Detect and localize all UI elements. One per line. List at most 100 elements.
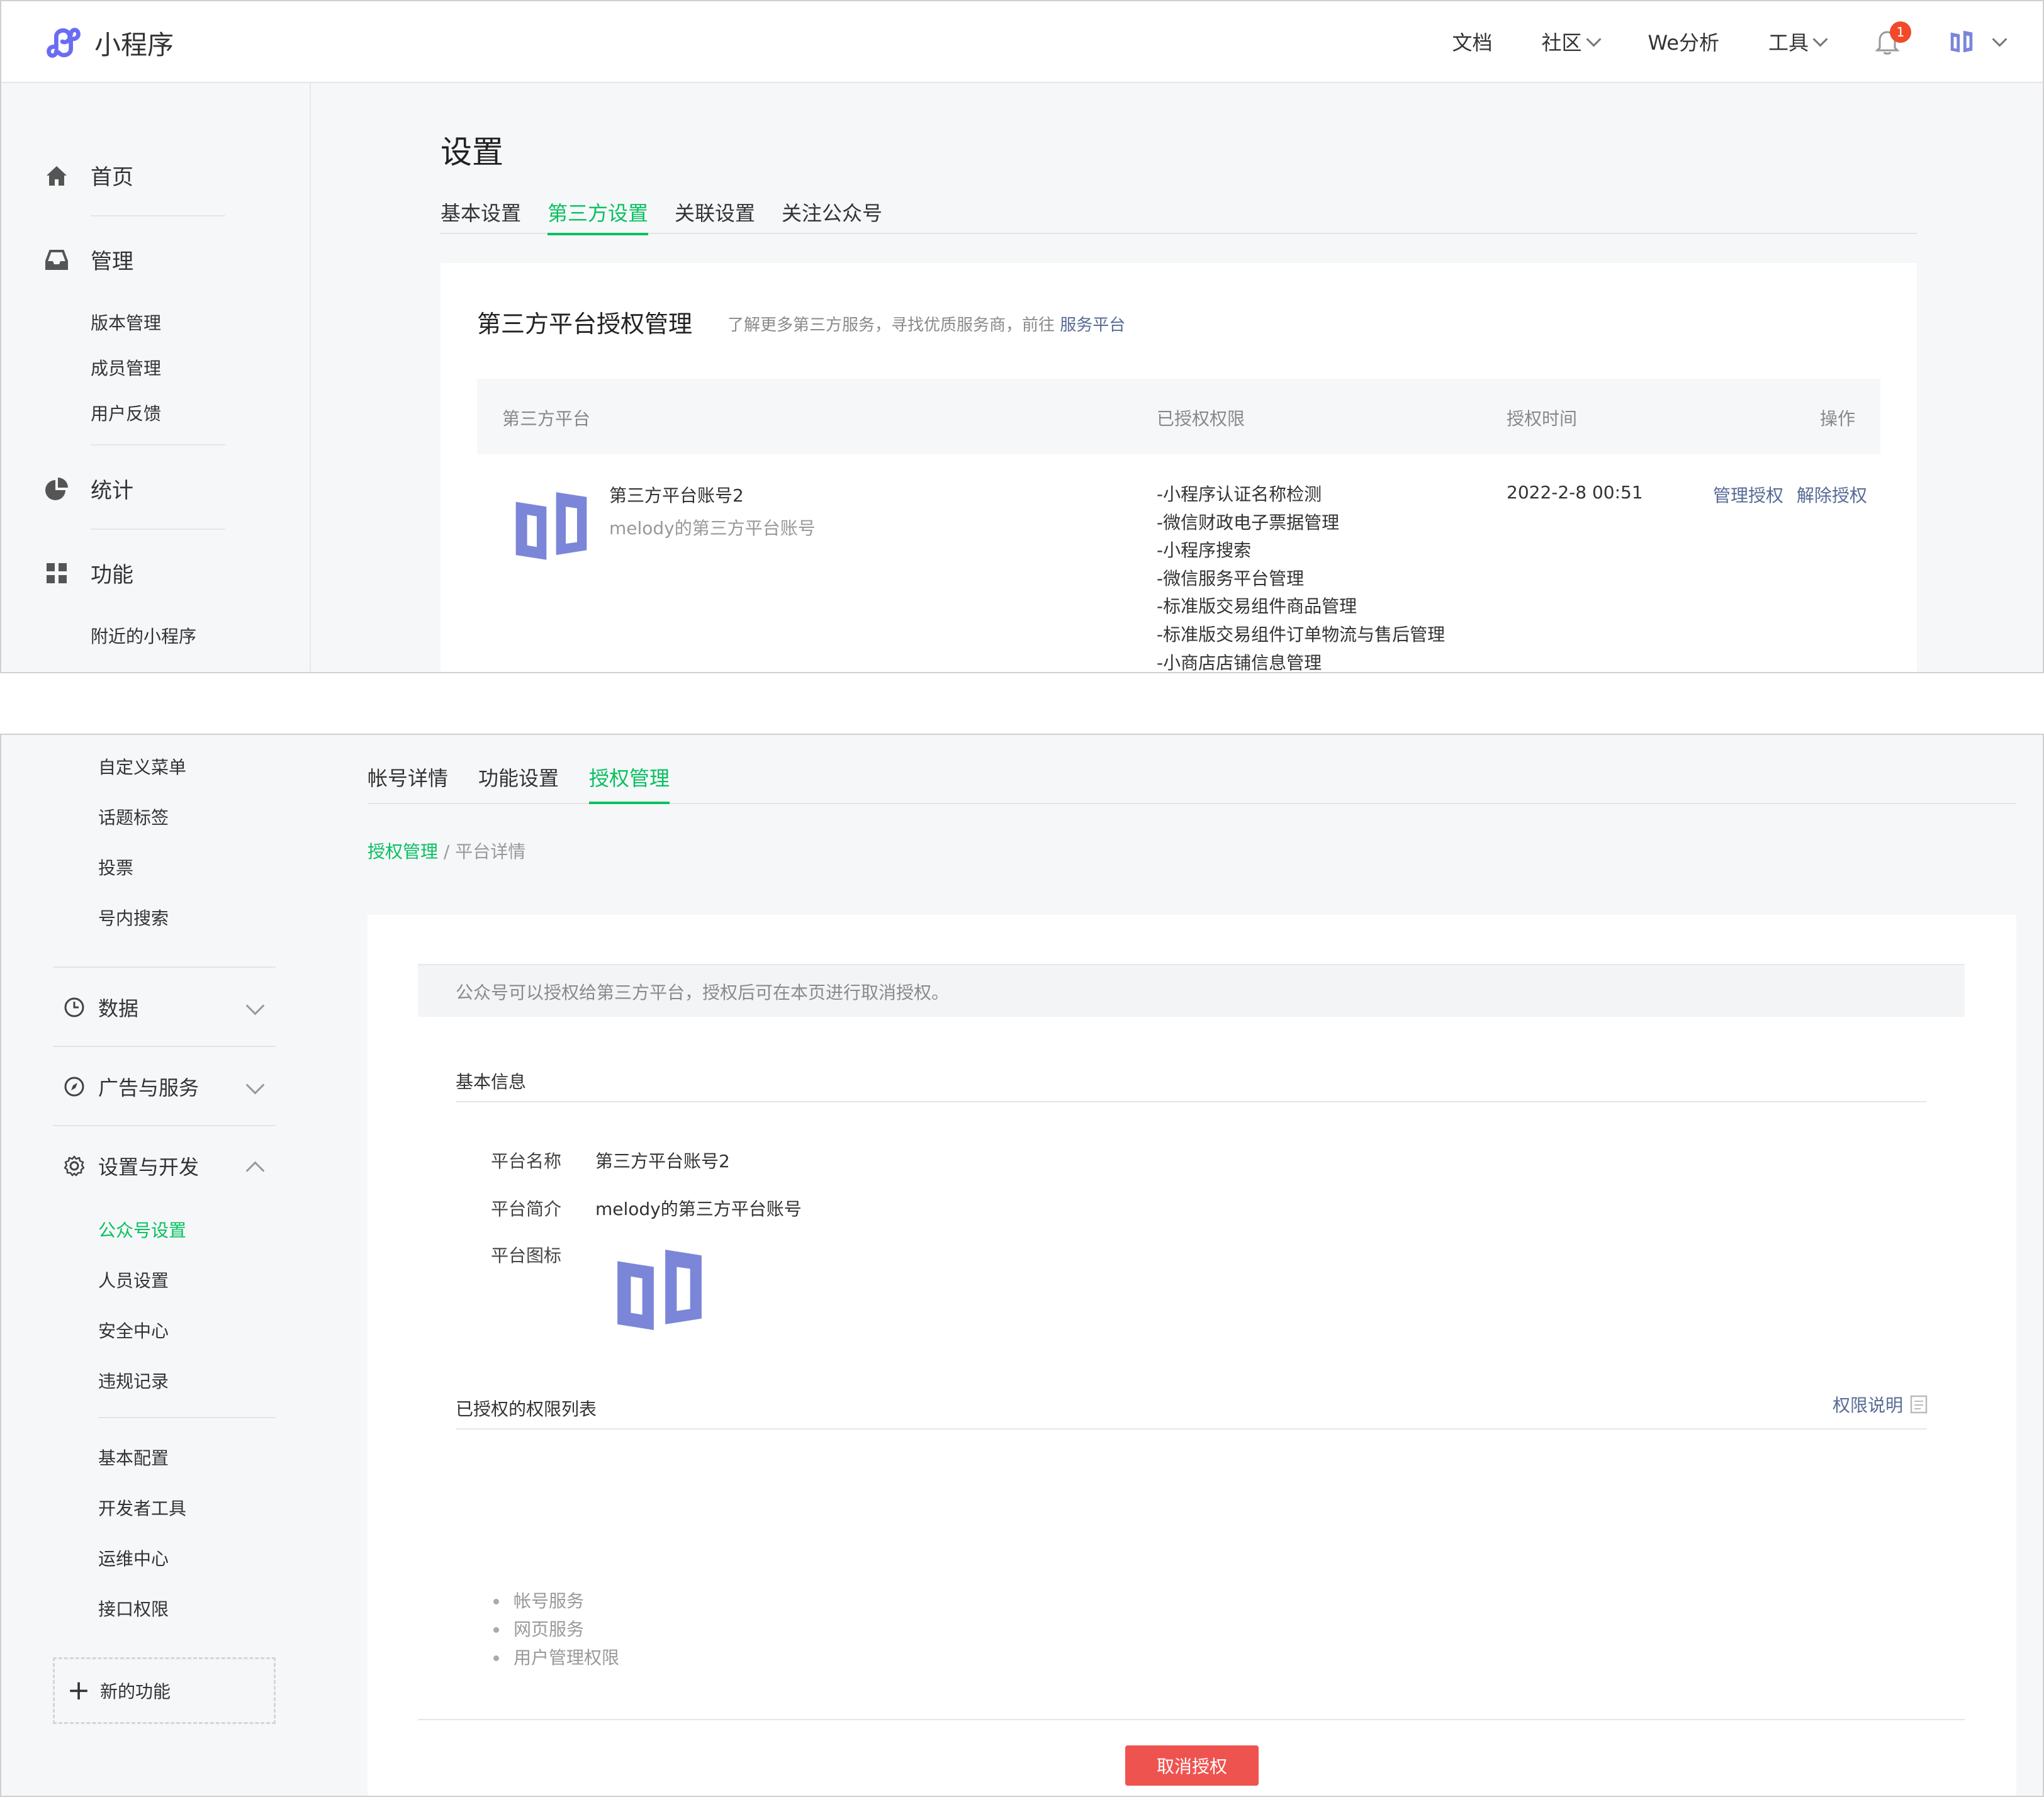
permission-item: -微信服务平台管理 xyxy=(1157,568,1305,589)
sidebar-item-members[interactable]: 成员管理 xyxy=(91,355,161,380)
column-header-permissions: 已授权权限 xyxy=(1157,408,1245,429)
settings-tabs: 基本设置 第三方设置 关联设置 关注公众号 xyxy=(441,195,1917,235)
sidebar-group-settings-label: 设置与开发 xyxy=(98,1155,199,1179)
notification-badge: 1 xyxy=(1890,21,1911,43)
sidebar-item-manage-label: 管理 xyxy=(91,249,133,274)
nav-tools[interactable]: 工具 xyxy=(1768,27,1828,56)
tab-association-settings[interactable]: 关联设置 xyxy=(675,198,755,233)
platform-logo xyxy=(515,492,587,560)
section-divider xyxy=(456,1428,1927,1430)
permission-list-title: 已授权的权限列表 xyxy=(456,1399,597,1419)
platform-icon xyxy=(617,1250,702,1330)
tab-function-settings[interactable]: 功能设置 xyxy=(478,763,559,802)
new-feature-button[interactable]: + 新的功能 xyxy=(53,1657,276,1724)
sidebar: 首页 管理 版本管理 成员管理 用户反馈 统计 功能 附近的小程序 xyxy=(1,82,311,672)
permission-doc-link[interactable]: 权限说明 xyxy=(1833,1392,1928,1417)
notice-bar: 公众号可以授权给第三方平台，授权后可在本页进行取消授权。 xyxy=(418,964,1965,1017)
plus-icon: + xyxy=(67,1674,91,1706)
permission-item: -小程序搜索 xyxy=(1157,540,1252,561)
breadcrumb: 授权管理 / 平台详情 xyxy=(368,838,525,863)
sidebar-group-settings[interactable]: 设置与开发 xyxy=(63,1150,277,1182)
sidebar-item-stats-label: 统计 xyxy=(91,478,133,503)
tab-third-party-settings[interactable]: 第三方设置 xyxy=(548,198,649,235)
account-avatar[interactable] xyxy=(1946,26,1977,57)
clock-icon xyxy=(64,997,84,1017)
nav-analysis[interactable]: We分析 xyxy=(1648,27,1719,56)
chevron-down-icon xyxy=(245,1075,265,1095)
manage-auth-link[interactable]: 管理授权 xyxy=(1713,485,1783,506)
sidebar-item-vote[interactable]: 投票 xyxy=(98,854,133,880)
sidebar-item-custom-menu[interactable]: 自定义菜单 xyxy=(98,754,186,779)
sidebar-item-home[interactable]: 首页 xyxy=(44,160,133,191)
chevron-down-icon xyxy=(1812,31,1828,47)
sidebar-group-data[interactable]: 数据 xyxy=(63,992,277,1023)
revoke-auth-link[interactable]: 解除授权 xyxy=(1797,485,1867,506)
sidebar-divider xyxy=(98,1417,276,1418)
card-hint-text: 了解更多第三方服务，寻找优质服务商，前往 xyxy=(727,316,1055,335)
section-divider xyxy=(456,1101,1927,1102)
nav-tools-label: 工具 xyxy=(1768,31,1809,55)
sidebar-item-manage[interactable]: 管理 xyxy=(44,244,133,275)
tab-follow-account[interactable]: 关注公众号 xyxy=(782,198,882,233)
basic-info-title: 基本信息 xyxy=(456,1072,527,1092)
permission-item: -微信财政电子票据管理 xyxy=(1157,512,1340,533)
chevron-down-icon xyxy=(1585,31,1602,47)
sidebar-divider xyxy=(53,1046,276,1047)
table-header: 第三方平台 已授权权限 授权时间 操作 xyxy=(477,379,1880,454)
app-logo[interactable]: 小程序 xyxy=(44,24,174,62)
platform-name: 第三方平台账号2 xyxy=(609,485,744,506)
account-chevron-down-icon[interactable] xyxy=(1992,31,2008,47)
sidebar-item-topic-tags[interactable]: 话题标签 xyxy=(98,804,169,829)
card-hint: 了解更多第三方服务，寻找优质服务商，前往 服务平台 xyxy=(727,312,1125,335)
breadcrumb-separator: / xyxy=(443,841,450,862)
sidebar-item-basic-config[interactable]: 基本配置 xyxy=(98,1445,169,1470)
permission-item: -小商店店铺信息管理 xyxy=(1157,652,1322,673)
sidebar-item-ops-center[interactable]: 运维中心 xyxy=(98,1545,169,1570)
notice-text: 公众号可以授权给第三方平台，授权后可在本页进行取消授权。 xyxy=(456,982,950,1003)
sidebar-item-search[interactable]: 号内搜索 xyxy=(98,905,169,930)
sidebar-item-api-permissions[interactable]: 接口权限 xyxy=(98,1596,169,1621)
sidebar-item-nearby[interactable]: 附近的小程序 xyxy=(91,623,196,648)
pie-chart-icon xyxy=(45,477,68,500)
sidebar-divider xyxy=(53,966,276,968)
column-header-actions: 操作 xyxy=(1819,408,1855,429)
sidebar-group-data-label: 数据 xyxy=(98,997,139,1021)
breadcrumb-auth-management[interactable]: 授权管理 xyxy=(368,841,438,862)
compass-icon xyxy=(64,1077,84,1097)
sidebar-group-ads[interactable]: 广告与服务 xyxy=(63,1071,277,1102)
sidebar: 自定义菜单 话题标签 投票 号内搜索 数据 广告与服务 设置与开发 公众号设置 … xyxy=(1,735,316,1796)
notification-button[interactable]: 1 xyxy=(1875,21,1911,55)
sidebar-divider xyxy=(53,1125,276,1126)
sidebar-item-security-center[interactable]: 安全中心 xyxy=(98,1318,169,1343)
sidebar-divider xyxy=(91,444,225,445)
nav-community[interactable]: 社区 xyxy=(1542,27,1602,56)
tab-account-details[interactable]: 帐号详情 xyxy=(368,763,448,802)
auth-time: 2022-2-8 00:51 xyxy=(1507,482,1643,503)
sidebar-item-features[interactable]: 功能 xyxy=(44,557,133,588)
sidebar-item-dev-tools[interactable]: 开发者工具 xyxy=(98,1495,186,1520)
platform-icon-label: 平台图标 xyxy=(491,1245,562,1266)
column-header-time: 授权时间 xyxy=(1507,408,1578,429)
top-nav: 文档 社区 We分析 工具 1 xyxy=(1403,1,2008,82)
inbox-icon xyxy=(45,249,68,270)
service-platform-link[interactable]: 服务平台 xyxy=(1060,316,1125,335)
revoke-auth-button[interactable]: 取消授权 xyxy=(1125,1745,1259,1786)
tab-basic-settings[interactable]: 基本设置 xyxy=(441,198,521,233)
sidebar-item-account-settings[interactable]: 公众号设置 xyxy=(98,1217,186,1242)
sidebar-item-violations[interactable]: 违规记录 xyxy=(98,1368,169,1393)
chevron-down-icon xyxy=(245,996,265,1016)
gear-icon xyxy=(64,1155,85,1177)
sidebar-item-staff-settings[interactable]: 人员设置 xyxy=(98,1267,169,1292)
sidebar-item-stats[interactable]: 统计 xyxy=(44,473,133,504)
third-party-auth-card: 第三方平台授权管理 了解更多第三方服务，寻找优质服务商，前往 服务平台 第三方平… xyxy=(441,263,1917,673)
sidebar-item-version[interactable]: 版本管理 xyxy=(91,310,161,335)
list-item: 帐号服务 xyxy=(493,1587,619,1615)
official-account-auth-screen: 自定义菜单 话题标签 投票 号内搜索 数据 广告与服务 设置与开发 公众号设置 … xyxy=(0,734,2044,1797)
breadcrumb-current: 平台详情 xyxy=(455,841,526,862)
list-item: 用户管理权限 xyxy=(493,1643,619,1672)
nav-docs[interactable]: 文档 xyxy=(1452,27,1492,56)
grid-icon xyxy=(47,563,67,583)
app-title: 小程序 xyxy=(94,29,174,60)
sidebar-item-feedback[interactable]: 用户反馈 xyxy=(91,400,161,425)
tab-auth-management[interactable]: 授权管理 xyxy=(589,763,670,804)
